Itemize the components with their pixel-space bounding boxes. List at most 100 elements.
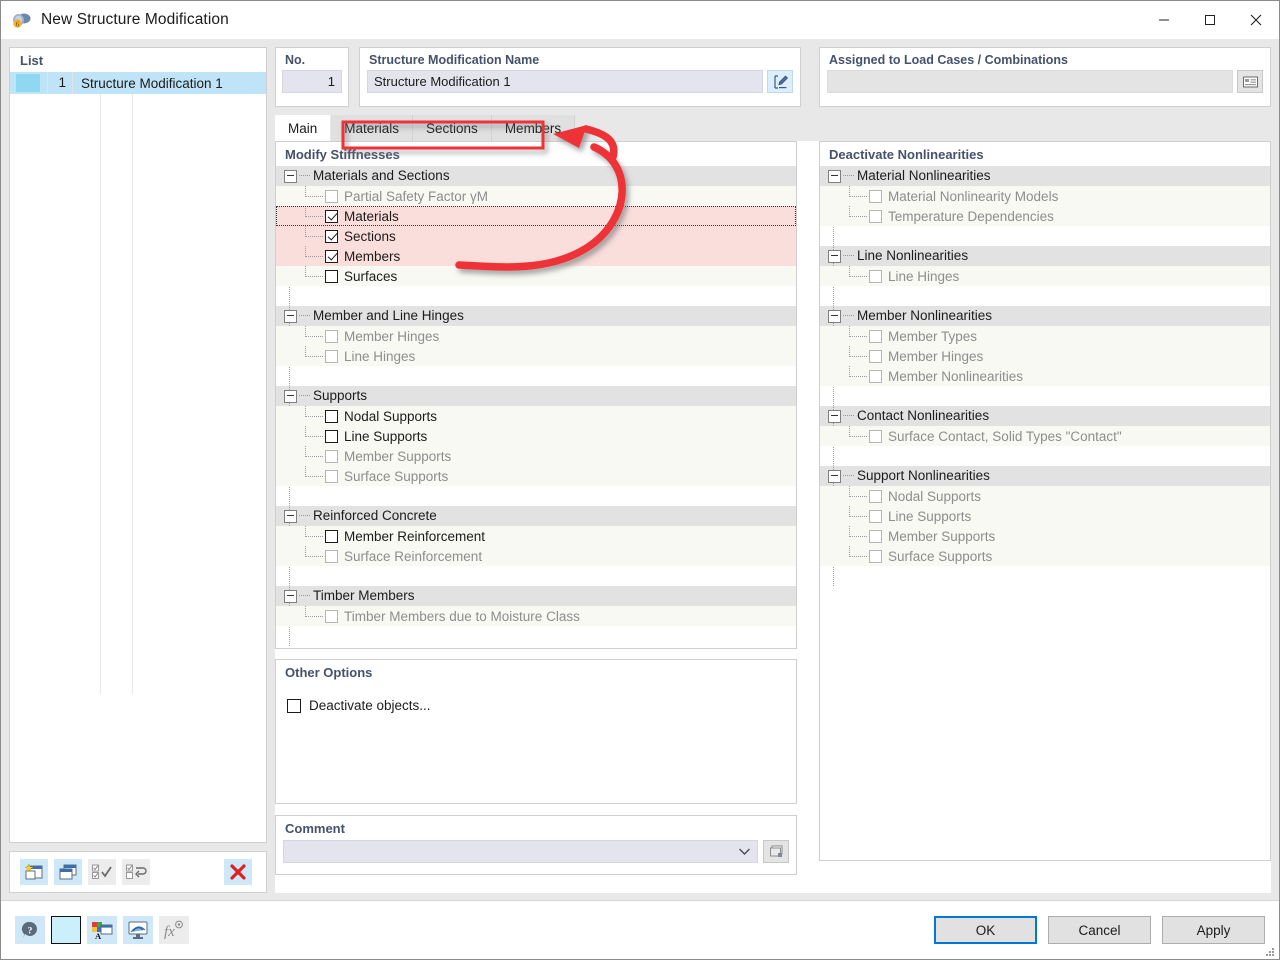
- collapse-icon[interactable]: [828, 170, 841, 183]
- visibility-button[interactable]: [123, 916, 153, 944]
- collapse-icon[interactable]: [828, 410, 841, 423]
- collapse-icon[interactable]: [828, 250, 841, 263]
- checkbox[interactable]: [325, 190, 338, 203]
- checkbox[interactable]: [869, 370, 882, 383]
- tree-item-surfaces[interactable]: Surfaces: [276, 266, 796, 286]
- select-all-button[interactable]: [88, 859, 116, 885]
- checkbox[interactable]: [325, 270, 338, 283]
- checkbox[interactable]: [325, 350, 338, 363]
- assigned-input[interactable]: [827, 70, 1233, 93]
- tree-item-line-hinges[interactable]: Line Hinges: [276, 346, 796, 366]
- tab-sections[interactable]: Sections: [413, 115, 492, 141]
- tree-group-material-nonlinearities[interactable]: Material Nonlinearities: [820, 166, 1270, 186]
- option-deactivate-objects[interactable]: Deactivate objects...: [276, 698, 796, 713]
- tree-item-member-nonlinearities[interactable]: Member Nonlinearities: [820, 366, 1270, 386]
- tree-item-nodal-supports-nl[interactable]: Nodal Supports: [820, 486, 1270, 506]
- delete-button[interactable]: [224, 859, 252, 885]
- tree-group-materials-and-sections[interactable]: Materials and Sections: [276, 166, 796, 186]
- tab-members[interactable]: Members: [492, 115, 575, 141]
- copy-structure-modification-button[interactable]: [54, 859, 82, 885]
- checkbox[interactable]: [287, 699, 301, 713]
- tree-item-surface-reinforcement[interactable]: Surface Reinforcement: [276, 546, 796, 566]
- chevron-down-icon[interactable]: [738, 844, 751, 859]
- tree-item-timber-moisture-class[interactable]: Timber Members due to Moisture Class: [276, 606, 796, 626]
- tree-item-surface-supports-nl[interactable]: Surface Supports: [820, 546, 1270, 566]
- tree-item-members[interactable]: Members: [276, 246, 796, 266]
- checkbox[interactable]: [325, 470, 338, 483]
- tree-item-nodal-supports[interactable]: Nodal Supports: [276, 406, 796, 426]
- tree-group-member-nonlinearities[interactable]: Member Nonlinearities: [820, 306, 1270, 326]
- collapse-icon[interactable]: [284, 170, 297, 183]
- tab-main[interactable]: Main: [275, 115, 331, 141]
- close-button[interactable]: [1233, 1, 1279, 39]
- tree-item-temperature-dependencies[interactable]: Temperature Dependencies: [820, 206, 1270, 226]
- tree-item-partial-safety-factor[interactable]: Partial Safety Factor γM: [276, 186, 796, 206]
- collapse-icon[interactable]: [284, 510, 297, 523]
- checkbox[interactable]: [869, 490, 882, 503]
- checkbox[interactable]: [325, 250, 338, 263]
- color-swatch-button[interactable]: [51, 916, 81, 944]
- tree-group-reinforced-concrete[interactable]: Reinforced Concrete: [276, 506, 796, 526]
- name-input[interactable]: Structure Modification 1: [367, 70, 763, 93]
- checkbox[interactable]: [869, 530, 882, 543]
- checkbox[interactable]: [325, 530, 338, 543]
- tree-group-member-and-line-hinges[interactable]: Member and Line Hinges: [276, 306, 796, 326]
- checkbox[interactable]: [869, 350, 882, 363]
- new-structure-modification-button[interactable]: [20, 859, 48, 885]
- tree-item-sections[interactable]: Sections: [276, 226, 796, 246]
- tab-materials[interactable]: Materials: [331, 115, 413, 141]
- checkbox[interactable]: [325, 610, 338, 623]
- tree-item-materials[interactable]: Materials: [276, 206, 796, 226]
- collapse-icon[interactable]: [284, 390, 297, 403]
- tree-item-line-supports[interactable]: Line Supports: [276, 426, 796, 446]
- checkbox[interactable]: [325, 410, 338, 423]
- checkbox[interactable]: [869, 190, 882, 203]
- checkbox[interactable]: [869, 330, 882, 343]
- tree-group-timber-members[interactable]: Timber Members: [276, 586, 796, 606]
- collapse-icon[interactable]: [284, 310, 297, 323]
- tree-item-member-supports[interactable]: Member Supports: [276, 446, 796, 466]
- checkbox[interactable]: [325, 450, 338, 463]
- comment-library-icon[interactable]: [763, 840, 789, 863]
- comment-input[interactable]: [283, 840, 758, 863]
- collapse-icon[interactable]: [828, 470, 841, 483]
- checkbox[interactable]: [869, 270, 882, 283]
- ok-button[interactable]: OK: [934, 916, 1037, 944]
- cancel-button[interactable]: Cancel: [1048, 916, 1151, 944]
- tree-item-surface-contact[interactable]: Surface Contact, Solid Types "Contact": [820, 426, 1270, 446]
- no-field[interactable]: 1: [282, 70, 342, 93]
- tree-group-line-nonlinearities[interactable]: Line Nonlinearities: [820, 246, 1270, 266]
- checkbox[interactable]: [325, 230, 338, 243]
- tree-group-support-nonlinearities[interactable]: Support Nonlinearities: [820, 466, 1270, 486]
- minimize-button[interactable]: [1141, 1, 1187, 39]
- assigned-list-icon[interactable]: [1237, 70, 1263, 93]
- tree-item-member-supports-nl[interactable]: Member Supports: [820, 526, 1270, 546]
- resize-grip[interactable]: [1264, 945, 1276, 957]
- checkbox[interactable]: [325, 210, 338, 223]
- checkbox[interactable]: [325, 330, 338, 343]
- tree-item-member-hinges-nl[interactable]: Member Hinges: [820, 346, 1270, 366]
- collapse-icon[interactable]: [284, 590, 297, 603]
- help-button[interactable]: ?: [15, 916, 45, 944]
- checkbox[interactable]: [869, 510, 882, 523]
- checkbox[interactable]: [325, 430, 338, 443]
- tree-item-member-reinforcement[interactable]: Member Reinforcement: [276, 526, 796, 546]
- tree-item-line-supports-nl[interactable]: Line Supports: [820, 506, 1270, 526]
- display-properties-button[interactable]: A: [87, 916, 117, 944]
- invert-selection-button[interactable]: [122, 859, 150, 885]
- checkbox[interactable]: [869, 210, 882, 223]
- apply-button[interactable]: Apply: [1162, 916, 1265, 944]
- checkbox[interactable]: [325, 550, 338, 563]
- list-item[interactable]: 1 Structure Modification 1: [10, 72, 266, 94]
- tree-group-contact-nonlinearities[interactable]: Contact Nonlinearities: [820, 406, 1270, 426]
- tree-group-supports[interactable]: Supports: [276, 386, 796, 406]
- edit-name-icon[interactable]: [767, 70, 793, 93]
- checkbox[interactable]: [869, 430, 882, 443]
- tree-item-member-types[interactable]: Member Types: [820, 326, 1270, 346]
- maximize-button[interactable]: [1187, 1, 1233, 39]
- collapse-icon[interactable]: [828, 310, 841, 323]
- tree-item-surface-supports[interactable]: Surface Supports: [276, 466, 796, 486]
- tree-item-member-hinges[interactable]: Member Hinges: [276, 326, 796, 346]
- tree-item-material-nonlinearity-models[interactable]: Material Nonlinearity Models: [820, 186, 1270, 206]
- tree-item-line-hinges-nl[interactable]: Line Hinges: [820, 266, 1270, 286]
